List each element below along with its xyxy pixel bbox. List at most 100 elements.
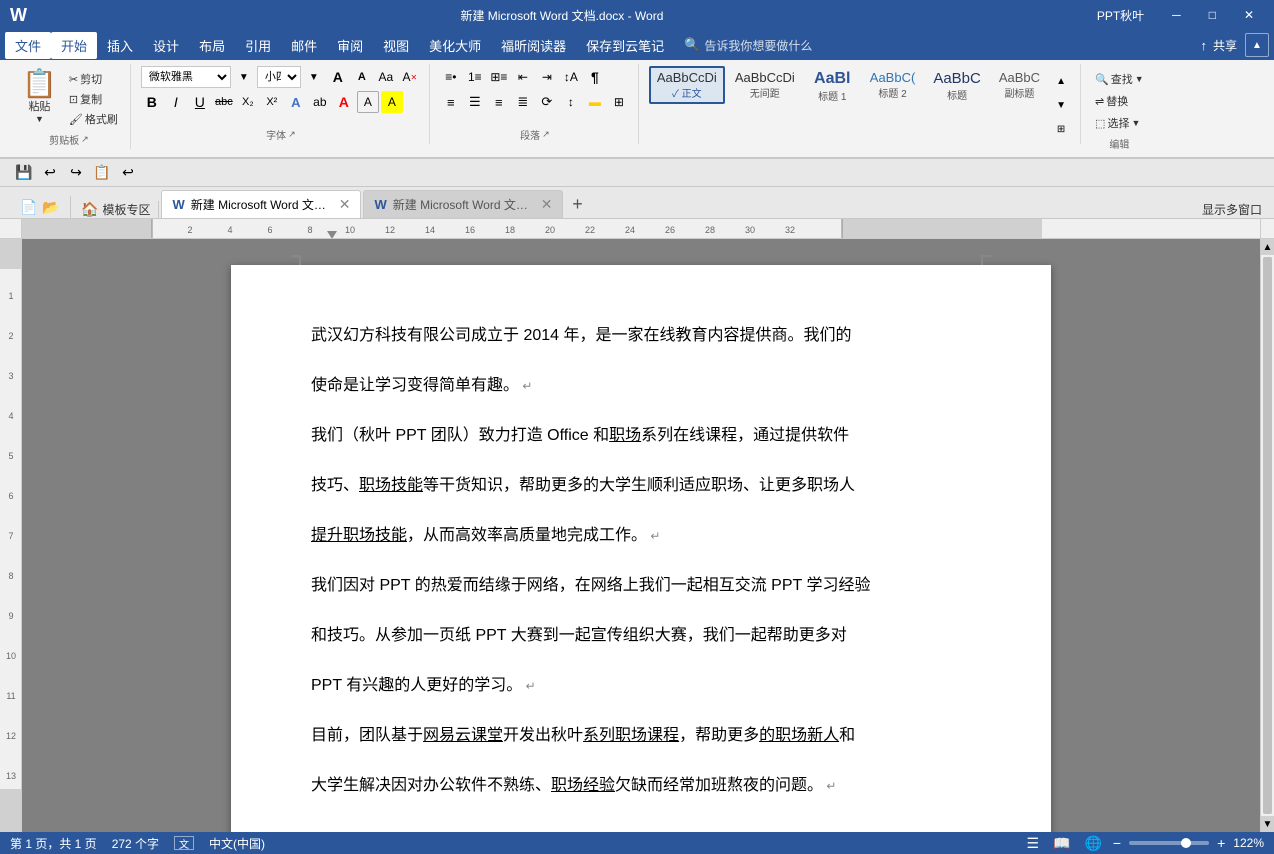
search-field[interactable]: 🔍 告诉我你想要做什么 [684, 37, 812, 54]
menu-review[interactable]: 审阅 [327, 32, 373, 59]
numbering-button[interactable]: 1≡ [464, 66, 486, 88]
menu-insert[interactable]: 插入 [97, 32, 143, 59]
styles-scroll-up-button[interactable]: ▲ [1050, 70, 1072, 92]
align-center-button[interactable]: ☰ [464, 91, 486, 113]
document-scroll-area[interactable]: 武汉幻方科技有限公司成立于 2014 年，是一家在线教育内容提供商。我们的 使命… [22, 239, 1260, 832]
style-subtitle[interactable]: AaBbC 副标题 [991, 66, 1048, 104]
scroll-down-button[interactable]: ▼ [1261, 816, 1274, 832]
select-button[interactable]: ⬚ 选择 ▼ [1091, 114, 1148, 132]
replace-button[interactable]: ⇌ 替换 [1091, 92, 1148, 110]
align-left-button[interactable]: ≡ [440, 91, 462, 113]
sort-button[interactable]: ↕A [560, 66, 582, 88]
scroll-up-button[interactable]: ▲ [1261, 239, 1274, 255]
clipboard-expand-icon[interactable]: ↗ [81, 134, 89, 145]
line-spacing-button[interactable]: ↕ [560, 91, 582, 113]
italic-button[interactable]: I [165, 91, 187, 113]
scroll-thumb[interactable] [1263, 257, 1272, 814]
active-tab[interactable]: W 新建 Microsoft Word 文档.docx ✕ [161, 190, 361, 218]
inactive-tab[interactable]: W 新建 Microsoft Word 文档 (2).docx ✕ [363, 190, 563, 218]
style-no-spacing[interactable]: AaBbCcDi 无间距 [727, 66, 803, 104]
view-read-button[interactable]: 📖 [1050, 835, 1073, 852]
clipboard-quick-btn[interactable]: 📋 [91, 162, 113, 184]
language-icon[interactable]: 文 [174, 836, 194, 850]
clear-formatting-button[interactable]: A✕ [399, 66, 421, 88]
undo-quick-btn[interactable]: ↩ [39, 162, 61, 184]
font-size-expand-icon[interactable]: ▼ [303, 66, 325, 88]
menu-file[interactable]: 文件 [5, 32, 51, 59]
inactive-tab-close[interactable]: ✕ [541, 196, 553, 213]
close-button[interactable]: ✕ [1234, 6, 1264, 24]
paragraph-expand-dialog-icon[interactable]: ↗ [542, 129, 550, 140]
find-button[interactable]: 🔍 查找 ▼ [1091, 70, 1148, 88]
redo-quick-btn[interactable]: ↪ [65, 162, 87, 184]
text-direction-button[interactable]: ⟳ [536, 91, 558, 113]
shading-button[interactable]: ▬ [584, 91, 606, 113]
zoom-slider[interactable] [1129, 841, 1209, 845]
font-size-select[interactable]: 小四 [257, 66, 301, 88]
save-quick-btn[interactable]: 💾 [13, 162, 35, 184]
menu-design[interactable]: 设计 [143, 32, 189, 59]
paste-button[interactable]: 📋 粘贴 ▼ [16, 66, 63, 128]
share-button[interactable]: ↑ 共享 [1200, 37, 1237, 54]
multilevel-list-button[interactable]: ⊞≡ [488, 66, 510, 88]
zoom-minus-button[interactable]: − [1113, 835, 1121, 851]
font-family-select[interactable]: 微软雅黑 [141, 66, 231, 88]
menu-references[interactable]: 引用 [235, 32, 281, 59]
page-content[interactable]: 武汉幻方科技有限公司成立于 2014 年，是一家在线教育内容提供商。我们的 使命… [231, 265, 1051, 832]
styles-scroll-down-button[interactable]: ▼ [1050, 94, 1072, 116]
open-doc-button[interactable]: 📂 [40, 196, 62, 218]
change-case-button[interactable]: Aa [375, 66, 397, 88]
paragraph-3: 我们（秋叶 PPT 团队）致力打造 Office 和职场系列在线课程，通过提供软… [311, 420, 971, 452]
text-effects-button[interactable]: A [285, 91, 307, 113]
format-painter-button[interactable]: 🖌 格式刷 [65, 110, 122, 128]
strikethrough-button[interactable]: abc [213, 91, 235, 113]
justify-button[interactable]: ≣ [512, 91, 534, 113]
menu-beautify[interactable]: 美化大师 [419, 32, 491, 59]
font-border-button[interactable]: A [357, 91, 379, 113]
font-color-button[interactable]: A [333, 91, 355, 113]
bold-button[interactable]: B [141, 91, 163, 113]
decrease-indent-button[interactable]: ⇤ [512, 66, 534, 88]
template-area[interactable]: 🏠 模板专区 [73, 201, 159, 218]
font-increase-button[interactable]: A [327, 66, 349, 88]
touch-quick-btn[interactable]: ↩ [117, 162, 139, 184]
new-doc-button[interactable]: 📄 [18, 196, 40, 218]
align-right-button[interactable]: ≡ [488, 91, 510, 113]
menu-home[interactable]: 开始 [51, 32, 97, 59]
minimize-button[interactable]: ─ [1162, 6, 1191, 24]
style-title[interactable]: AaBbC 标题 [925, 66, 989, 106]
style-normal[interactable]: AaBbCcDi ✓ 正文 [649, 66, 725, 104]
menu-save-cloud[interactable]: 保存到云笔记 [576, 32, 674, 59]
style-heading2-label: 标题 2 [878, 85, 906, 100]
menu-view[interactable]: 视图 [373, 32, 419, 59]
superscript-button[interactable]: X² [261, 91, 283, 113]
menu-layout[interactable]: 布局 [189, 32, 235, 59]
underline-button[interactable]: U [189, 91, 211, 113]
copy-button[interactable]: ⊡ 复制 [65, 90, 122, 108]
bullets-button[interactable]: ≡• [440, 66, 462, 88]
show-formatting-button[interactable]: ¶ [584, 66, 606, 88]
increase-indent-button[interactable]: ⇥ [536, 66, 558, 88]
menu-foxit[interactable]: 福昕阅读器 [491, 32, 576, 59]
styles-expand-button[interactable]: ⊞ [1050, 118, 1072, 140]
font-expand-icon[interactable]: ▼ [233, 66, 255, 88]
font-decrease-button[interactable]: A [351, 66, 373, 88]
cut-button[interactable]: ✂ 剪切 [65, 70, 122, 88]
view-normal-button[interactable]: ☰ [1023, 835, 1042, 852]
restore-button[interactable]: □ [1199, 6, 1226, 24]
collapse-ribbon-button[interactable]: ▲ [1245, 33, 1269, 57]
font-shading-button[interactable]: A [381, 91, 403, 113]
zoom-plus-button[interactable]: + [1217, 835, 1225, 851]
add-tab-button[interactable]: + [565, 192, 589, 216]
show-multiwindow-button[interactable]: 显示多窗口 [1202, 201, 1274, 218]
text-highlight-button[interactable]: ab [309, 91, 331, 113]
active-tab-close[interactable]: ✕ [339, 196, 351, 213]
font-expand-dialog-icon[interactable]: ↗ [288, 129, 296, 140]
menu-mailings[interactable]: 邮件 [281, 32, 327, 59]
view-web-button[interactable]: 🌐 [1081, 835, 1104, 852]
subscript-button[interactable]: X₂ [237, 91, 259, 113]
borders-button[interactable]: ⊞ [608, 91, 630, 113]
right-scrollbar[interactable]: ▲ ▼ [1260, 239, 1274, 832]
style-heading2[interactable]: AaBbC( 标题 2 [862, 66, 924, 104]
style-heading1[interactable]: AaBl 标题 1 [805, 66, 860, 107]
